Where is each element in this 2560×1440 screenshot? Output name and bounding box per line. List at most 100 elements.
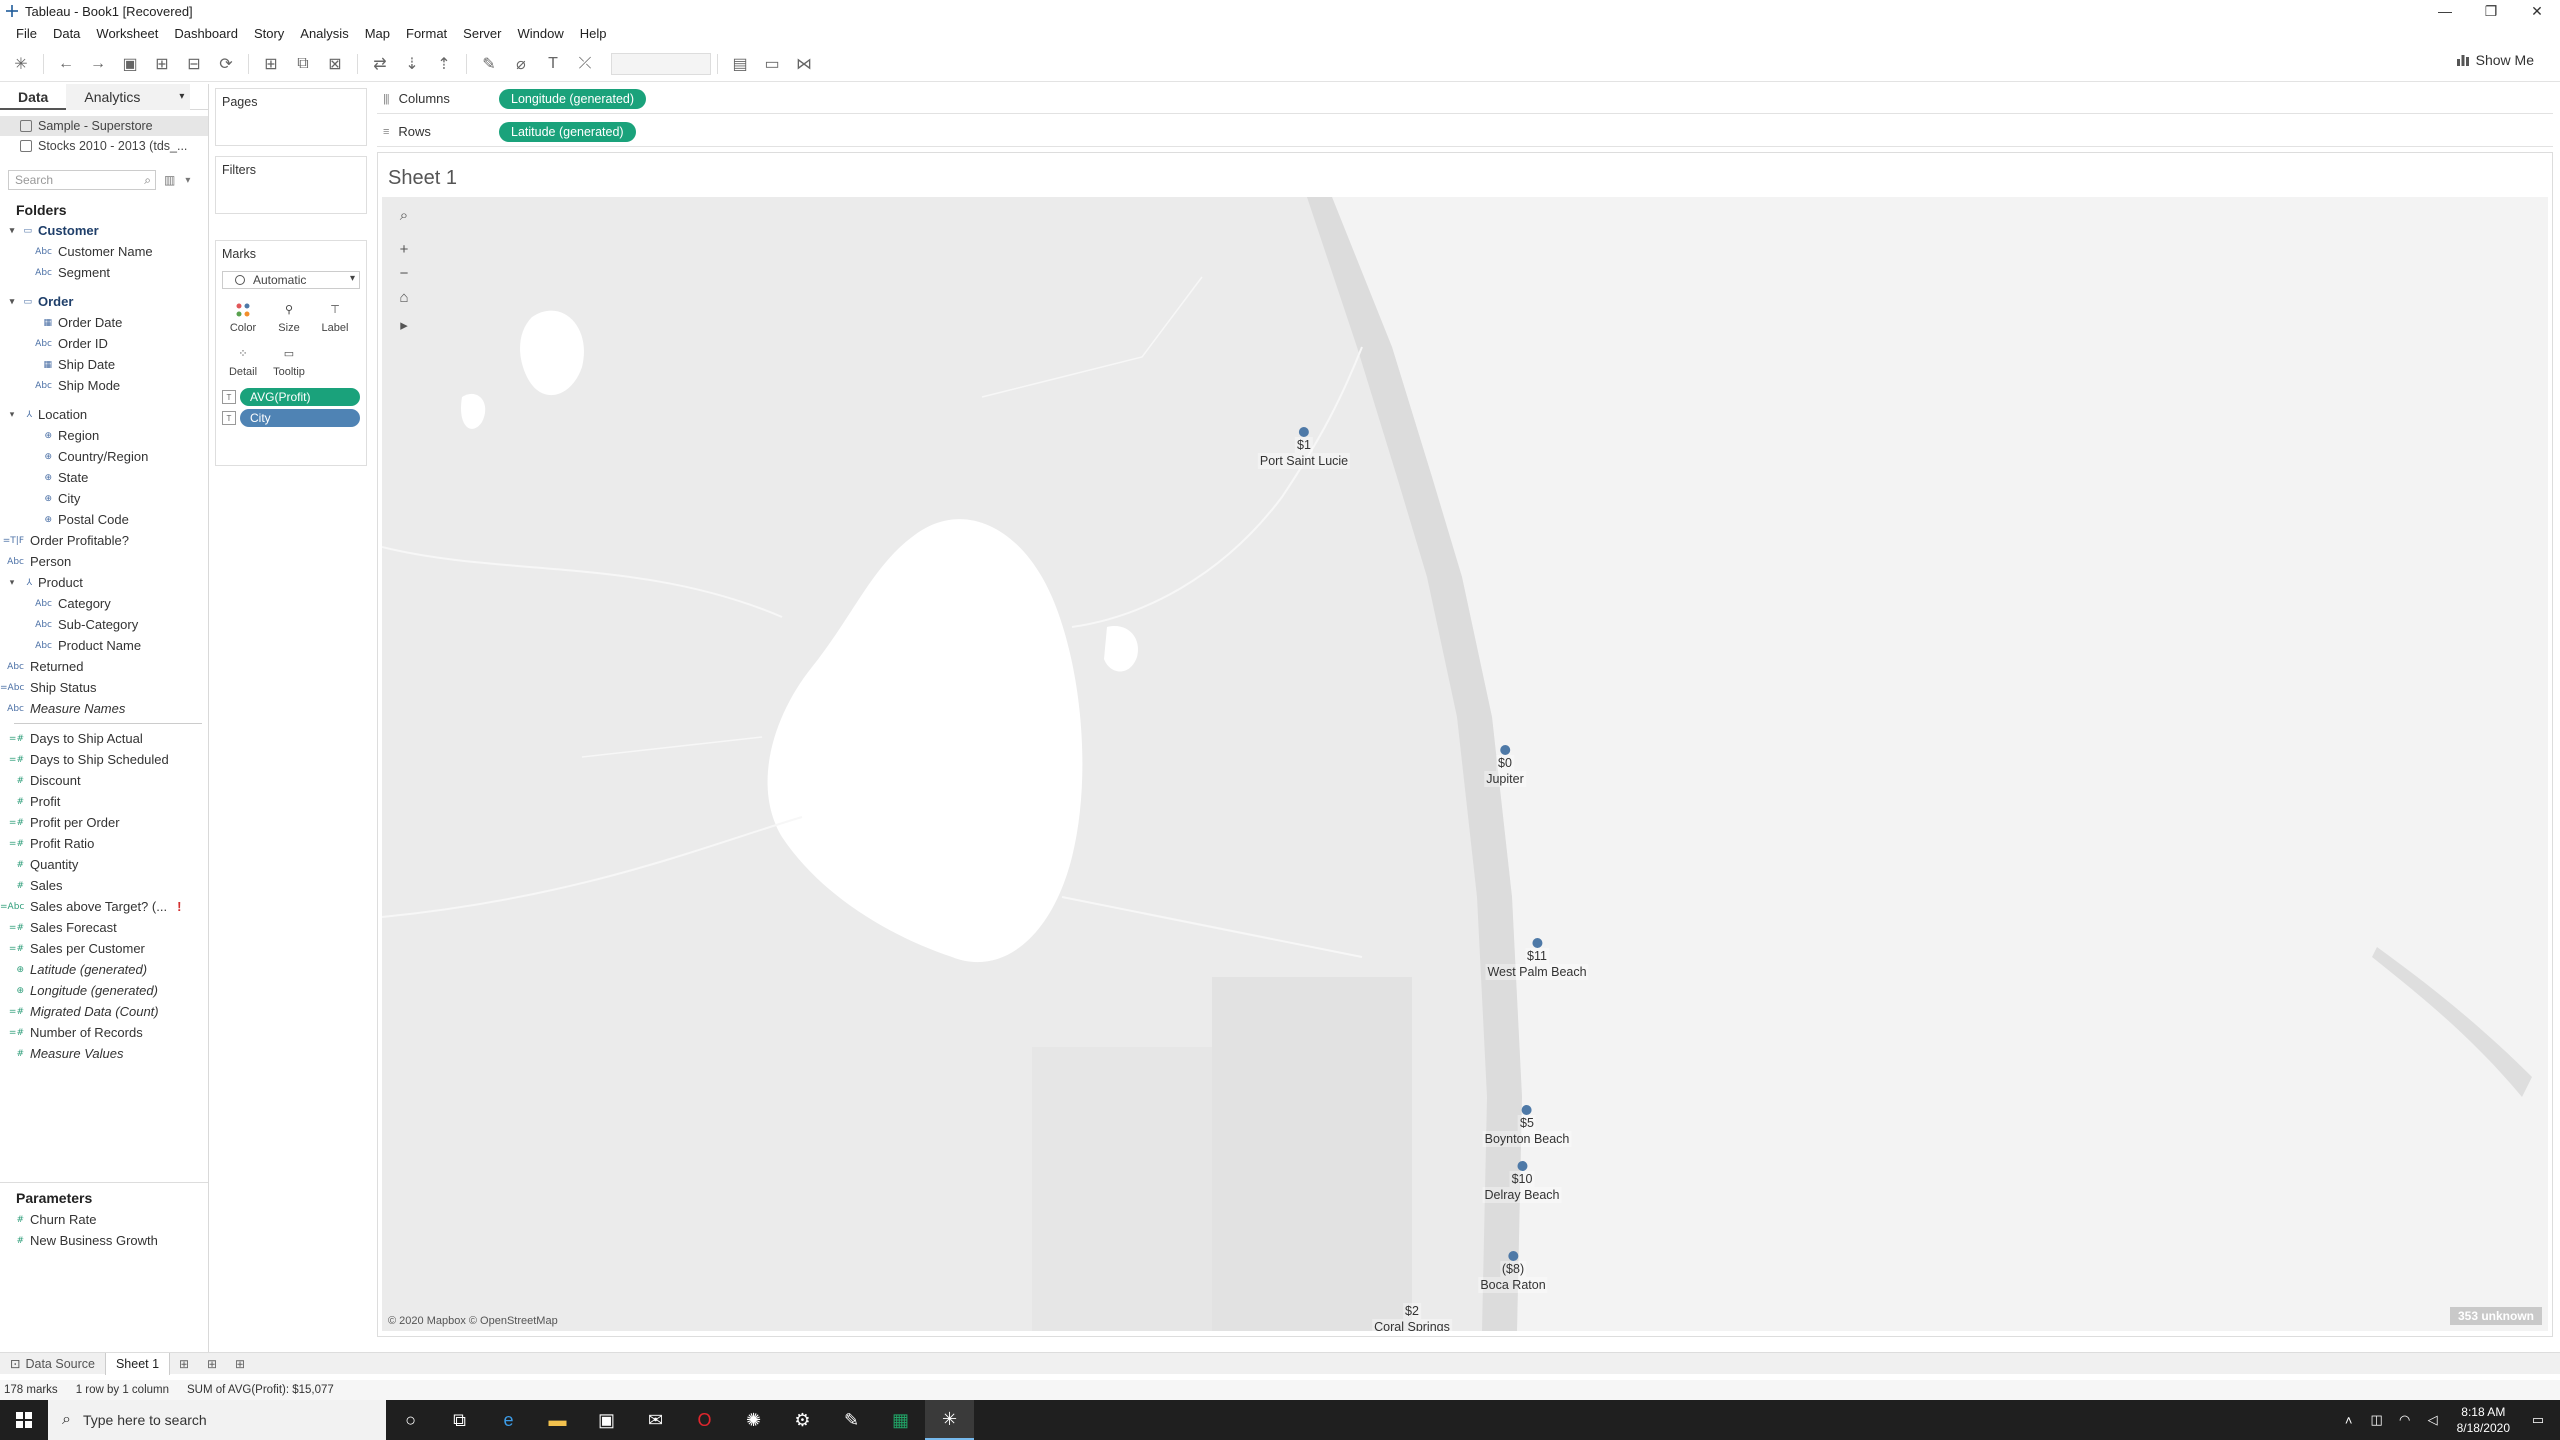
store-icon[interactable]: ▣ <box>582 1400 631 1440</box>
new-data-source-icon[interactable]: ⊞ <box>149 52 175 76</box>
field-sales[interactable]: # Sales <box>0 875 208 896</box>
excel-icon[interactable]: ▦ <box>876 1400 925 1440</box>
menu-story[interactable]: Story <box>246 26 292 41</box>
field-quantity[interactable]: # Quantity <box>0 854 208 875</box>
menu-file[interactable]: File <box>8 26 45 41</box>
mark-type-dropdown[interactable]: Automatic ▾ <box>222 271 360 289</box>
city-mark-boca-raton[interactable]: ($8) Boca Raton <box>1478 1251 1548 1293</box>
tab-data-source[interactable]: ⊡ Data Source <box>0 1353 105 1375</box>
field-country-region[interactable]: ⊕ Country/Region <box>0 446 208 467</box>
clear-sheet-icon[interactable]: ⊠ <box>322 52 348 76</box>
unknown-locations-badge[interactable]: 353 unknown <box>2449 1307 2542 1325</box>
show-me-button[interactable]: Show Me <box>2456 52 2534 68</box>
task-view-icon[interactable]: ⧉ <box>435 1400 484 1440</box>
mail-icon[interactable]: ✉ <box>631 1400 680 1440</box>
label-button[interactable]: ⊤ Label <box>312 295 358 339</box>
field-sales-above-target[interactable]: =Abc Sales above Target? (...! <box>0 896 208 917</box>
field-sales-per-customer[interactable]: =# Sales per Customer <box>0 938 208 959</box>
refresh-icon[interactable]: ⟳ <box>213 52 239 76</box>
save-icon[interactable]: ▣ <box>117 52 143 76</box>
color-button[interactable]: Color <box>220 295 266 339</box>
data-source-superstore[interactable]: Sample - Superstore <box>0 116 208 136</box>
highlight-icon[interactable]: ✎ <box>476 52 502 76</box>
menu-worksheet[interactable]: Worksheet <box>88 26 166 41</box>
pause-updates-icon[interactable]: ⊟ <box>181 52 207 76</box>
menu-format[interactable]: Format <box>398 26 455 41</box>
menu-help[interactable]: Help <box>572 26 615 41</box>
show-cards-icon[interactable]: ▤ <box>727 52 753 76</box>
field-customer-name[interactable]: Abc Customer Name <box>0 241 208 262</box>
tab-sheet-1[interactable]: Sheet 1 <box>104 1352 171 1375</box>
field-sub-category[interactable]: Abc Sub-Category <box>0 614 208 635</box>
map-search-icon[interactable]: ⌕ <box>392 203 416 227</box>
field-order-profitable[interactable]: =T|F Order Profitable? <box>0 530 208 551</box>
app-icon-3[interactable]: ✎ <box>827 1400 876 1440</box>
parameter-new-business-growth[interactable]: # New Business Growth <box>0 1230 208 1251</box>
app-icon-2[interactable]: ⚙ <box>778 1400 827 1440</box>
city-pill[interactable]: City <box>240 409 360 427</box>
collapse-icon[interactable]: ▾ <box>6 577 18 588</box>
field-days-to-ship-scheduled[interactable]: =# Days to Ship Scheduled <box>0 749 208 770</box>
redo-icon[interactable]: → <box>85 52 111 76</box>
swap-icon[interactable]: ⇄ <box>367 52 393 76</box>
city-mark-coral-springs[interactable]: $2 Coral Springs <box>1372 1303 1452 1331</box>
field-city[interactable]: ⊕ City <box>0 488 208 509</box>
sort-ascending-icon[interactable]: ⇣ <box>399 52 425 76</box>
fix-axes-icon[interactable]: ⤫ <box>572 52 598 76</box>
field-days-to-ship-actual[interactable]: =# Days to Ship Actual <box>0 728 208 749</box>
city-mark-west-palm-beach[interactable]: $11 West Palm Beach <box>1485 938 1589 980</box>
menu-map[interactable]: Map <box>357 26 398 41</box>
field-order-id[interactable]: Abc Order ID <box>0 333 208 354</box>
menu-analysis[interactable]: Analysis <box>292 26 356 41</box>
field-category[interactable]: Abc Category <box>0 593 208 614</box>
notifications-icon[interactable]: ▭ <box>2526 1412 2550 1428</box>
tableau-taskbar-icon[interactable]: ✳ <box>925 1400 974 1440</box>
field-person[interactable]: Abc Person <box>0 551 208 572</box>
share-icon[interactable]: ⋈ <box>791 52 817 76</box>
field-measure-values[interactable]: # Measure Values <box>0 1043 208 1064</box>
city-mark-delray-beach[interactable]: $10 Delray Beach <box>1482 1161 1562 1203</box>
tooltip-button[interactable]: ▭ Tooltip <box>266 339 312 383</box>
close-button[interactable]: ✕ <box>2514 0 2560 22</box>
field-latitude-generated[interactable]: ⊕ Latitude (generated) <box>0 959 208 980</box>
tab-analytics[interactable]: Analytics ▾ <box>66 84 191 110</box>
filters-card[interactable]: Filters <box>215 156 367 214</box>
field-returned[interactable]: Abc Returned <box>0 656 208 677</box>
data-source-stocks[interactable]: Stocks 2010 - 2013 (tds_... <box>0 136 208 156</box>
city-mark-jupiter[interactable]: $0 Jupiter <box>1484 745 1526 787</box>
rows-shelf[interactable]: ≡ Rows Latitude (generated) <box>377 117 2553 147</box>
map-view[interactable]: ⌕ + − ⌂ ▸ $1 Port Saint Lucie $0 Jupiter $… <box>382 197 2548 1331</box>
field-profit[interactable]: # Profit <box>0 791 208 812</box>
show-hidden-icons[interactable]: ˄ <box>2337 1413 2361 1428</box>
collapse-icon[interactable]: ▾ <box>6 409 18 420</box>
hierarchy-location[interactable]: ▾ ⅄ Location <box>0 404 208 425</box>
field-postal-code[interactable]: ⊕ Postal Code <box>0 509 208 530</box>
field-profit-per-order[interactable]: =# Profit per Order <box>0 812 208 833</box>
detail-button[interactable]: ⁘ Detail <box>220 339 266 383</box>
group-icon[interactable]: ⌀ <box>508 52 534 76</box>
field-migrated-data-count[interactable]: =# Migrated Data (Count) <box>0 1001 208 1022</box>
folder-order[interactable]: ▾ ▭ Order <box>0 291 208 312</box>
clock[interactable]: 8:18 AM 8/18/2020 <box>2457 1404 2510 1436</box>
menu-dashboard[interactable]: Dashboard <box>166 26 246 41</box>
expand-toolbar-icon[interactable]: ▸ <box>392 313 416 337</box>
field-discount[interactable]: # Discount <box>0 770 208 791</box>
parameter-churn-rate[interactable]: # Churn Rate <box>0 1209 208 1230</box>
field-ship-date[interactable]: ▦ Ship Date <box>0 354 208 375</box>
field-order-date[interactable]: ▦ Order Date <box>0 312 208 333</box>
app-icon[interactable]: ✺ <box>729 1400 778 1440</box>
new-story-icon[interactable]: ⊞ <box>230 1356 250 1372</box>
tableau-home-icon[interactable]: ✳ <box>8 52 34 76</box>
field-longitude-generated[interactable]: ⊕ Longitude (generated) <box>0 980 208 1001</box>
collapse-icon[interactable]: ▾ <box>6 225 18 236</box>
file-explorer-icon[interactable]: ▬ <box>533 1400 582 1440</box>
presentation-mode-icon[interactable]: ▭ <box>759 52 785 76</box>
city-mark-port-saint-lucie[interactable]: $1 Port Saint Lucie <box>1257 427 1351 469</box>
longitude-pill[interactable]: Longitude (generated) <box>499 88 647 109</box>
windows-start-button[interactable] <box>0 1400 48 1440</box>
show-mark-labels-icon[interactable]: T <box>540 52 566 76</box>
opera-icon[interactable]: O <box>680 1400 729 1440</box>
hierarchy-product[interactable]: ▾ ⅄ Product <box>0 572 208 593</box>
zoom-in-icon[interactable]: + <box>392 237 416 261</box>
columns-shelf[interactable]: ||| Columns Longitude (generated) <box>377 84 2553 114</box>
